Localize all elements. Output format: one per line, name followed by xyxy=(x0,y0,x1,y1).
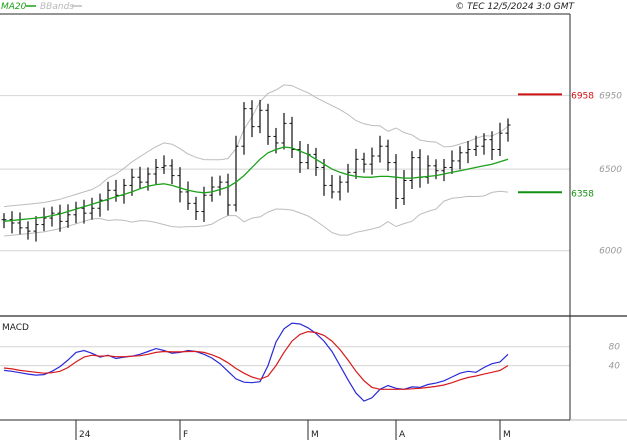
y-tick-label-macd-0: 80 xyxy=(609,343,621,353)
y-tick-label-main-2: 6950 xyxy=(599,92,622,102)
copyright-text: © TEC 12/5/2024 3:0 GMT xyxy=(455,2,575,12)
y-tick-label-macd-1: 40 xyxy=(609,362,621,372)
legend-ma20: MA20 xyxy=(1,2,27,12)
y-tick-label-main-0: 6000 xyxy=(599,247,622,257)
legend-bbands: BBands xyxy=(40,2,74,12)
resistance-level-label: 6958 xyxy=(571,91,594,101)
y-tick-label-main-1: 6500 xyxy=(599,165,622,175)
page-background xyxy=(0,0,627,440)
x-tick-label: A xyxy=(399,430,406,440)
macd-title: MACD xyxy=(2,323,29,333)
x-tick-label: 24 xyxy=(79,430,91,440)
x-tick-label: F xyxy=(183,430,188,440)
chart-canvas: MA20 BBands © TEC 12/5/2024 3:0 GMT 6958… xyxy=(0,0,627,440)
x-tick-label: M xyxy=(503,430,511,440)
support-level-label: 6358 xyxy=(571,189,594,199)
x-tick-label: M xyxy=(311,430,319,440)
